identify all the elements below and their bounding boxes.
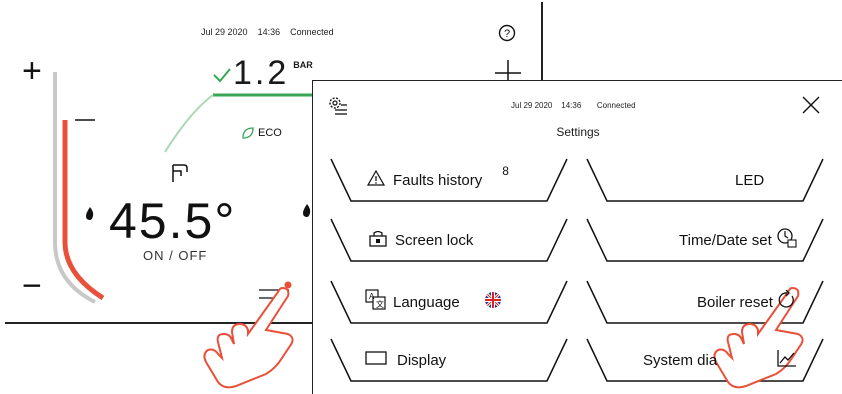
eco-label: ECO [258, 127, 282, 139]
menu-item-language[interactable]: A文 Language [329, 279, 569, 325]
settings-gear-icon[interactable] [327, 95, 349, 122]
leaf-icon [242, 127, 254, 139]
reset-arrow-icon [777, 289, 797, 314]
hot-water-tap-icon[interactable] [170, 162, 190, 189]
warning-triangle-icon [366, 169, 386, 190]
lock-icon [369, 230, 387, 251]
boiler-reset-label: Boiler reset [697, 293, 773, 311]
screen-lock-label: Screen lock [395, 231, 474, 249]
led-label: LED [735, 171, 765, 189]
time-date-set-label: Time/Date set [679, 231, 772, 249]
pointing-hand-icon [196, 282, 306, 392]
settings-status-bar: Jul 29 2020 14:36 Connected [511, 101, 636, 110]
flame-icon-right [302, 204, 312, 222]
menu-item-display[interactable]: Display [329, 337, 569, 383]
faults-count-badge: 8 [502, 164, 509, 178]
menu-item-faults-history[interactable]: Faults history 8 [329, 157, 569, 203]
uk-flag-icon [484, 291, 502, 313]
svg-text:A: A [369, 292, 375, 301]
settings-title: Settings [556, 125, 600, 139]
translate-icon: A文 [365, 289, 387, 315]
on-off-toggle[interactable]: ON / OFF [143, 248, 207, 263]
settings-connection-status: Connected [596, 101, 636, 110]
menu-item-time-date-set[interactable]: Time/Date set [585, 217, 825, 263]
menu-item-screen-lock[interactable]: Screen lock [329, 217, 569, 263]
clock-calendar-icon [776, 227, 798, 253]
temperature-value: 45.5° [109, 193, 237, 249]
eco-indicator[interactable]: ECO [241, 126, 282, 140]
menu-item-led[interactable]: LED [585, 157, 825, 203]
close-icon[interactable] [801, 95, 821, 120]
settings-time: 14:36 [561, 101, 582, 110]
language-label: Language [393, 293, 460, 311]
settings-date: Jul 29 2020 [511, 101, 553, 110]
chart-line-icon [777, 349, 797, 371]
display-label: Display [397, 351, 447, 369]
faults-history-label: Faults history [393, 171, 483, 189]
display-rectangle-icon [365, 351, 387, 369]
svg-text:文: 文 [376, 299, 384, 309]
system-diagnostics-label: System dia [643, 351, 718, 369]
flame-icon [85, 207, 95, 225]
